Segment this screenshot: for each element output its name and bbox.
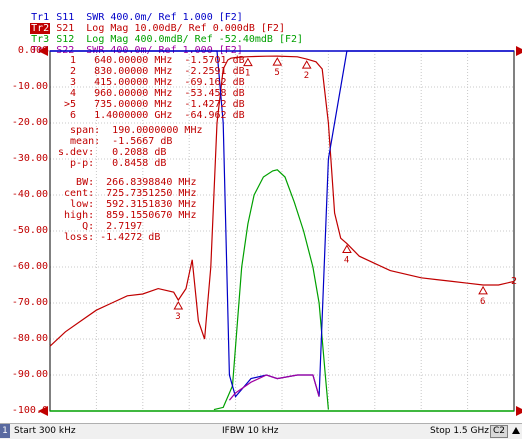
- marker-row-3: 3 415.00000 MHz -69.162 dB: [58, 77, 245, 88]
- bandwidth-block: BW: 266.8398840 MHz cent: 725.7351250 MH…: [58, 177, 196, 243]
- marker-3-triangle: [173, 300, 184, 310]
- c2-indicator[interactable]: C2: [489, 425, 508, 438]
- trace-line-4: [228, 374, 320, 401]
- status-bar: 1 Start 300 kHz IFBW 10 kHz Stop 1.5 GHz…: [0, 423, 522, 439]
- marker-5-label: 5: [274, 68, 279, 78]
- marker-4-label: 4: [344, 255, 349, 265]
- marker-row-6: 6 1.4000000 GHz -64.962 dB: [58, 110, 245, 121]
- bw-row-4: high: 859.1550670 MHz: [58, 210, 197, 221]
- bw-row-2: cent: 725.7351250 MHz: [58, 188, 197, 199]
- stop-frequency[interactable]: Stop 1.5 GHz: [430, 424, 489, 438]
- marker-2-triangle: [301, 60, 312, 69]
- vna-screen: Tr1 S11 SWR 400.0m/ Ref 1.000 [F2] Tr2 S…: [0, 0, 522, 439]
- bw-row-5: Q: 2.7197: [58, 221, 143, 232]
- stat-row-2: mean: -1.5667 dB: [58, 136, 173, 147]
- bw-row-6: loss: -1.4272 dB: [58, 232, 161, 243]
- stat-row-3: s.dev: 0.2088 dB: [58, 147, 167, 158]
- bw-row-3: low: 592.3151830 MHz: [58, 199, 197, 210]
- marker-row-5: >5 735.00000 MHz -1.4272 dB: [58, 99, 245, 110]
- trace-line-2: [213, 169, 329, 411]
- marker-6-triangle: [478, 285, 488, 295]
- right-trace-tag: 2: [511, 276, 518, 287]
- marker-3-label: 3: [175, 312, 180, 322]
- marker-2-label: 2: [304, 71, 309, 81]
- marker-5-triangle: [272, 57, 283, 66]
- ifbw-setting[interactable]: IFBW 10 kHz: [222, 424, 278, 438]
- ref-arrow-left-top: [38, 46, 48, 56]
- marker-table: 1 640.00000 MHz -1.5701 dB 2 830.00000 M…: [58, 55, 245, 121]
- marker-row-4: 4 960.00000 MHz -53.458 dB: [58, 88, 245, 99]
- stat-row-4: p-p: 0.8458 dB: [58, 158, 167, 169]
- statistics-block: span: 190.0000000 MHz mean: -1.5667 dB s.…: [58, 125, 203, 169]
- marker-row-2: 2 830.00000 MHz -2.2591 dB: [58, 66, 245, 77]
- marker-1-triangle: [243, 57, 253, 67]
- start-frequency[interactable]: Start 300 kHz: [14, 424, 76, 438]
- marker-6-label: 6: [480, 297, 485, 307]
- ref-arrow-right-top: [516, 46, 522, 56]
- up-arrow-icon[interactable]: [512, 427, 520, 434]
- ref-arrow-left-bottom: [38, 406, 48, 416]
- marker-1-label: 1: [245, 69, 250, 79]
- stat-row-1: span: 190.0000000 MHz: [58, 125, 203, 136]
- ref-arrow-right-bottom: [516, 406, 522, 416]
- bw-row-1: BW: 266.8398840 MHz: [58, 177, 197, 188]
- channel-indicator[interactable]: 1: [0, 424, 10, 438]
- marker-row-1: 1 640.00000 MHz -1.5701 dB: [58, 55, 245, 66]
